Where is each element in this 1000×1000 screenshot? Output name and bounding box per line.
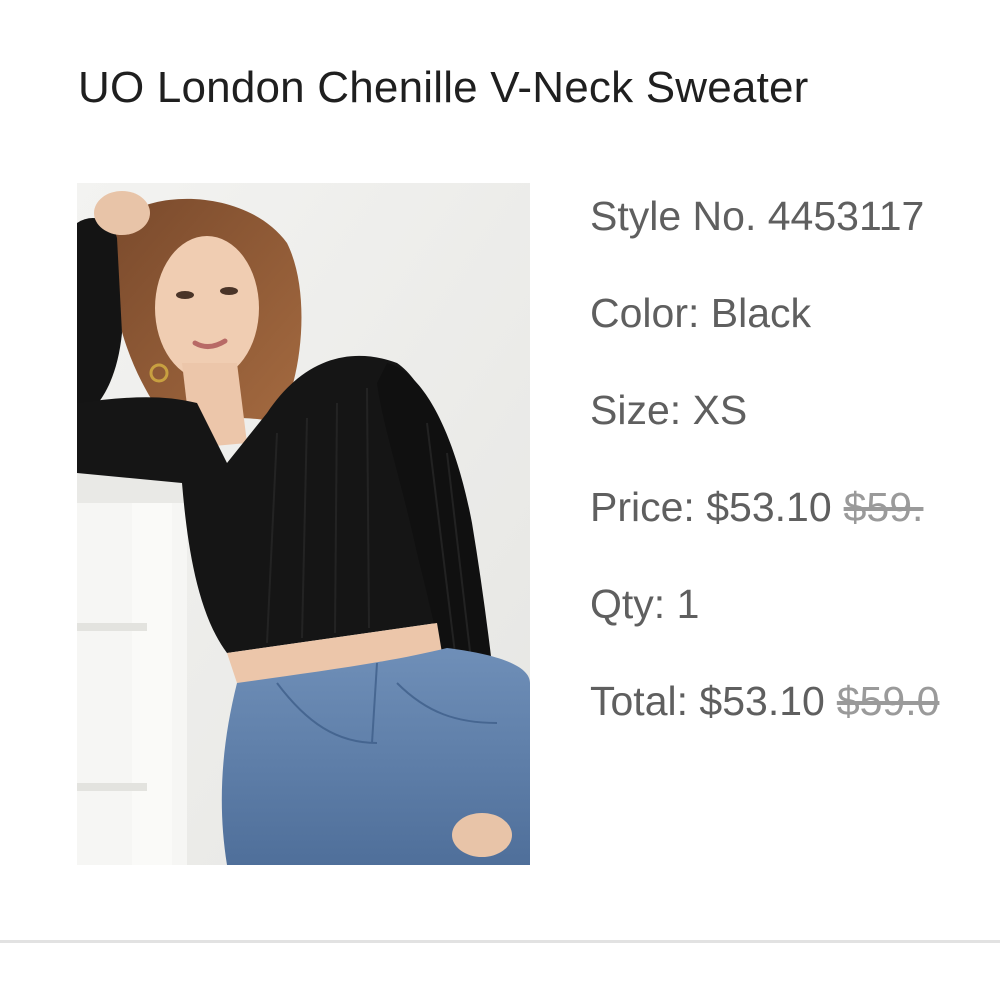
quantity-row: Qty: 1: [590, 576, 1000, 632]
total-row: Total: $53.10 $59.0: [590, 673, 1000, 729]
price-label: Price:: [590, 484, 695, 530]
price-row: Price: $53.10 $59.: [590, 479, 1000, 535]
product-title[interactable]: UO London Chenille V-Neck Sweater: [78, 60, 809, 116]
product-photo-illustration: [77, 183, 530, 865]
color-value: Black: [710, 290, 812, 336]
quantity-value: 1: [676, 581, 700, 627]
total-original-strikethrough: $59.0: [836, 678, 940, 724]
total-label: Total:: [590, 678, 688, 724]
color-label: Color:: [590, 290, 700, 336]
quantity-label: Qty:: [590, 581, 666, 627]
price-value: $53.10: [706, 484, 832, 530]
total-value: $53.10: [699, 678, 825, 724]
size-row: Size: XS: [590, 382, 1000, 438]
bottom-divider: [0, 940, 1000, 943]
order-item-page: UO London Chenille V-Neck Sweater Style …: [0, 0, 1000, 1000]
price-original-strikethrough: $59.: [843, 484, 924, 530]
color-row: Color: Black: [590, 285, 1000, 341]
order-item-details: Style No. 4453117 Color: Black Size: XS …: [590, 188, 1000, 770]
size-label: Size:: [590, 387, 682, 433]
size-value: XS: [692, 387, 748, 433]
style-number-label: Style No.: [590, 193, 757, 239]
style-number-value: 4453117: [767, 193, 925, 239]
product-image[interactable]: [77, 183, 530, 865]
style-number-row: Style No. 4453117: [590, 188, 1000, 244]
